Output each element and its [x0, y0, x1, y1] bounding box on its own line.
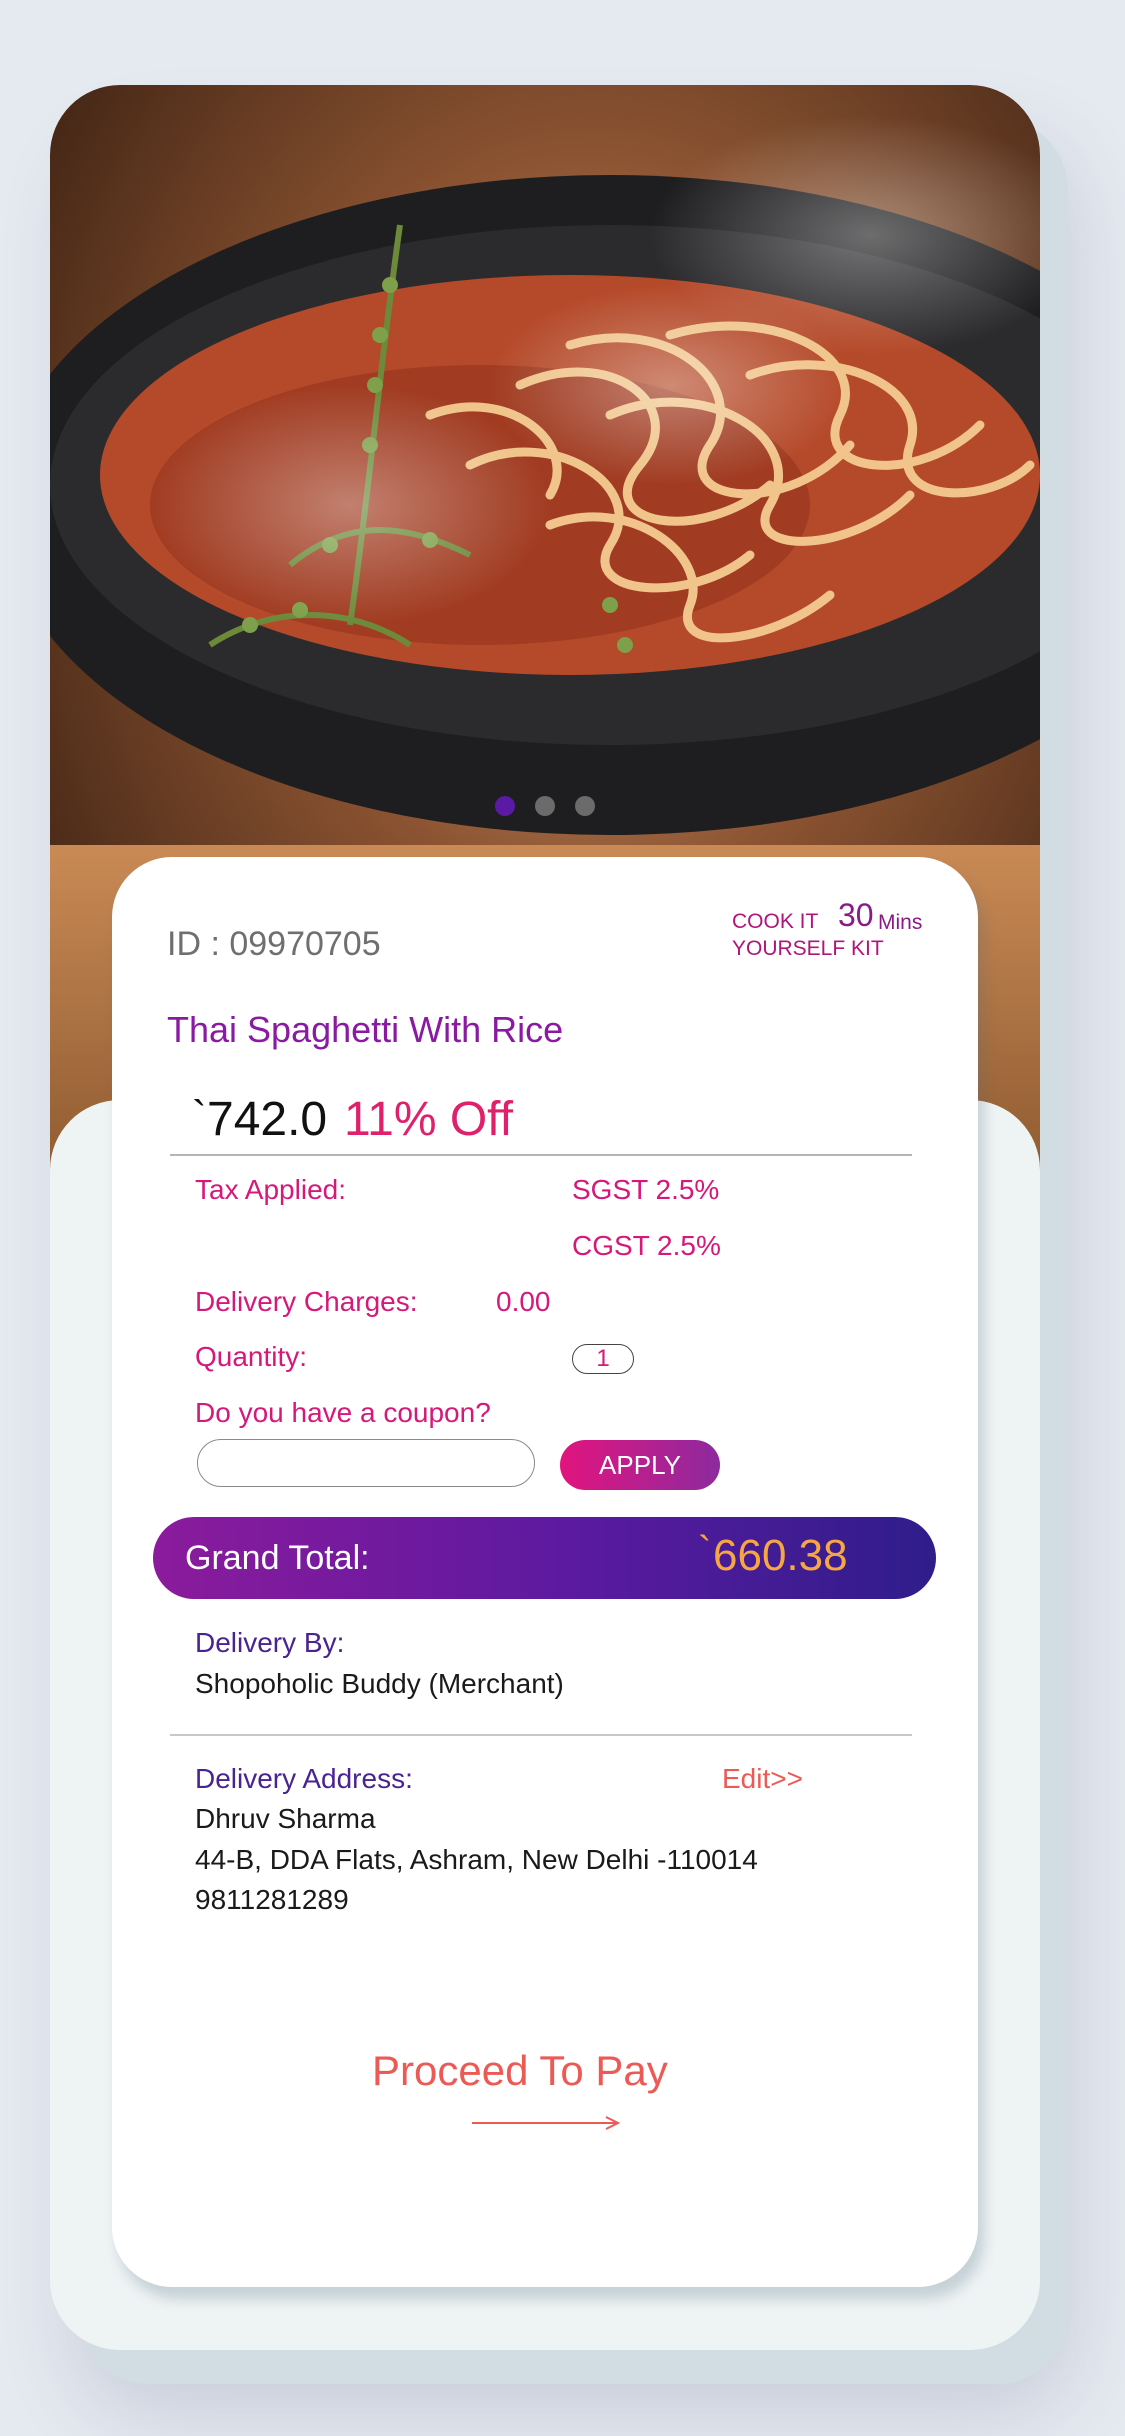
cgst-value: CGST 2.5%: [572, 1230, 721, 1261]
carousel-dot[interactable]: [495, 796, 515, 816]
grand-total-bar: Grand Total: ` 660.38: [153, 1517, 936, 1599]
order-id: ID : 09970705: [167, 925, 381, 963]
product-price: 742.0: [207, 1093, 328, 1146]
rupee-symbol: `: [698, 1529, 712, 1573]
quantity-field[interactable]: 1: [572, 1344, 634, 1374]
delivery-charges-value: 0.00: [496, 1286, 551, 1317]
delivery-by-label: Delivery By:: [195, 1627, 345, 1658]
arrow-right-icon[interactable]: [472, 2115, 622, 2131]
apply-coupon-button[interactable]: APPLY: [560, 1440, 720, 1490]
rupee-symbol: `: [192, 1092, 207, 1141]
carousel-dot[interactable]: [535, 796, 555, 816]
tax-label: Tax Applied:: [195, 1174, 346, 1205]
cook-time-value: 30: [838, 897, 874, 933]
delivery-charges-label: Delivery Charges:: [195, 1286, 418, 1317]
cook-time-unit: Mins: [878, 911, 923, 934]
carousel-dot[interactable]: [575, 796, 595, 816]
discount-badge: 11% Off: [344, 1093, 513, 1146]
edit-address-link[interactable]: Edit>>: [722, 1763, 803, 1795]
kit-type-label: YOURSELF KIT: [732, 937, 884, 960]
proceed-to-pay-button[interactable]: Proceed To Pay: [372, 2047, 668, 2095]
customer-phone: 9811281289: [195, 1884, 349, 1915]
carousel-dots[interactable]: [495, 796, 595, 816]
product-title: Thai Spaghetti With Rice: [167, 1009, 564, 1050]
divider: [170, 1154, 912, 1156]
divider: [170, 1734, 912, 1736]
sgst-value: SGST 2.5%: [572, 1174, 720, 1205]
grand-total-label: Grand Total:: [185, 1539, 370, 1577]
customer-address: 44-B, DDA Flats, Ashram, New Delhi -1100…: [195, 1844, 758, 1875]
merchant-name: Shopoholic Buddy (Merchant): [195, 1668, 564, 1699]
quantity-label: Quantity:: [195, 1341, 308, 1372]
customer-name: Dhruv Sharma: [195, 1803, 376, 1834]
delivery-address-label: Delivery Address:: [195, 1763, 413, 1794]
coupon-prompt: Do you have a coupon?: [195, 1397, 491, 1428]
kit-type-label: COOK IT: [732, 910, 819, 933]
coupon-input[interactable]: [197, 1439, 535, 1487]
grand-total-value: 660.38: [713, 1531, 848, 1580]
